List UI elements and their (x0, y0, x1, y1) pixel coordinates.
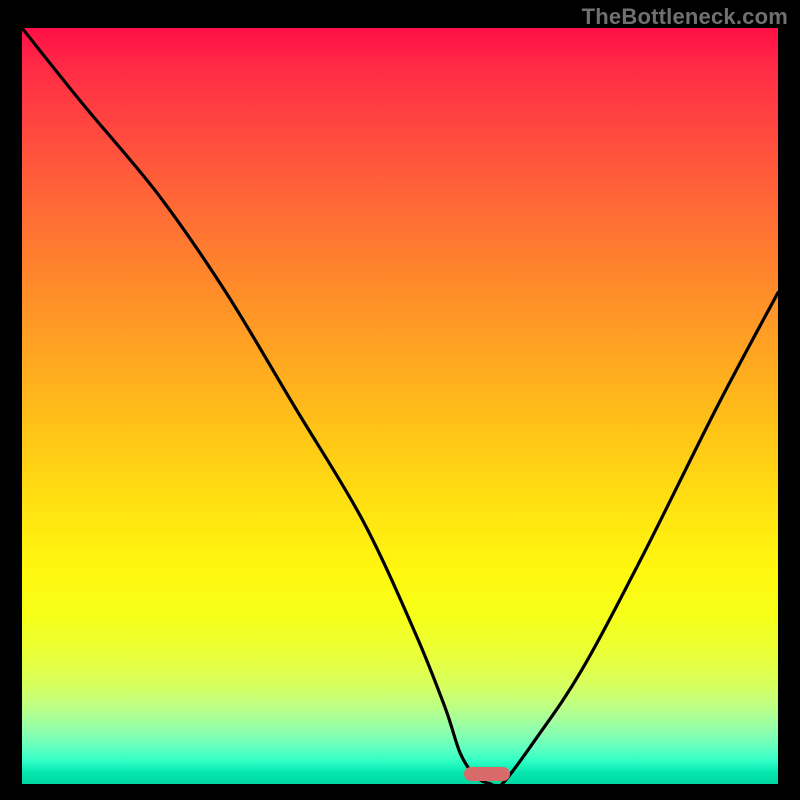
bottleneck-curve (22, 28, 778, 784)
chart-root: TheBottleneck.com (0, 0, 800, 800)
plot-area (22, 28, 778, 784)
optimum-marker (464, 767, 510, 781)
attribution-watermark: TheBottleneck.com (582, 4, 788, 30)
